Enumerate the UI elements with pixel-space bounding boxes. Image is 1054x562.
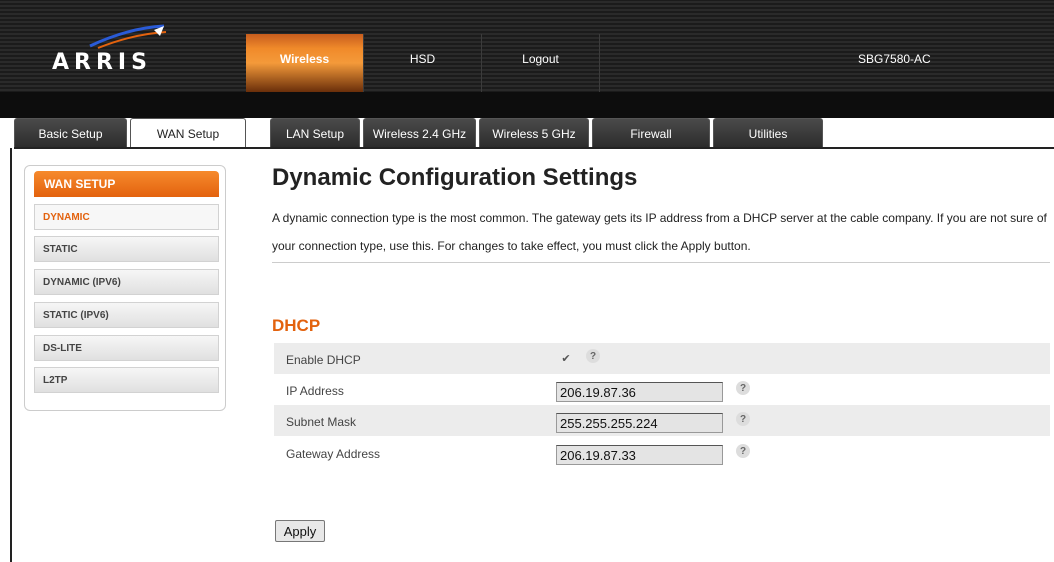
tab-wan-setup[interactable]: WAN Setup — [130, 118, 246, 148]
top-nav: Wireless HSD Logout — [246, 34, 600, 92]
help-icon[interactable]: ? — [736, 381, 750, 395]
tab-bar: Basic Setup WAN Setup LAN Setup Wireless… — [14, 118, 823, 148]
sidebar-item-label: DS-LITE — [43, 342, 82, 354]
tab-label: Firewall — [630, 126, 672, 141]
tab-label: Utilities — [748, 126, 788, 141]
tab-firewall[interactable]: Firewall — [592, 118, 710, 148]
sidebar-item-label: STATIC (IPV6) — [43, 309, 109, 321]
tab-divider — [14, 147, 1054, 149]
help-icon[interactable]: ? — [736, 444, 750, 458]
section-divider — [272, 262, 1050, 263]
topnav-wireless[interactable]: Wireless — [246, 34, 364, 92]
page-description: A dynamic connection type is the most co… — [272, 211, 1047, 253]
sidebar-title-text: WAN SETUP — [44, 177, 116, 191]
tab-basic-setup[interactable]: Basic Setup — [14, 118, 127, 148]
tab-wireless-24[interactable]: Wireless 2.4 GHz — [363, 118, 476, 148]
enable-dhcp-checkbox[interactable]: ✔ — [560, 352, 572, 365]
topnav-wireless-label: Wireless — [279, 52, 330, 66]
subnet-mask-label: Subnet Mask — [286, 415, 357, 429]
sidebar-item-static-ipv6[interactable]: STATIC (IPV6) — [34, 302, 219, 328]
row-gateway-address: Gateway Address 206.19.87.33 ? — [274, 437, 1050, 468]
sidebar-item-label: DYNAMIC (IPV6) — [43, 276, 121, 288]
topnav-logout[interactable]: Logout — [482, 34, 600, 92]
tab-label: Basic Setup — [38, 126, 103, 141]
sidebar-item-dynamic[interactable]: DYNAMIC — [34, 204, 219, 230]
page-title: Dynamic Configuration Settings — [272, 164, 638, 191]
left-border — [10, 148, 12, 562]
ip-address-label: IP Address — [286, 384, 344, 398]
dhcp-section-title: DHCP — [272, 316, 321, 335]
tab-lan-setup[interactable]: LAN Setup — [270, 118, 360, 148]
tab-wireless-5[interactable]: Wireless 5 GHz — [479, 118, 589, 148]
logo-swoosh-icon — [89, 24, 167, 49]
apply-button[interactable]: Apply — [275, 520, 325, 542]
sidebar-item-static[interactable]: STATIC — [34, 236, 219, 262]
tab-utilities[interactable]: Utilities — [713, 118, 823, 148]
row-ip-address: IP Address 206.19.87.36 ? — [274, 374, 1050, 405]
tab-label: LAN Setup — [285, 126, 345, 141]
sidebar-item-label: STATIC — [43, 243, 78, 255]
header-bottom-bar — [0, 92, 1054, 118]
ip-address-field[interactable]: 206.19.87.36 — [556, 382, 723, 402]
arris-logo: ARRIS — [48, 20, 178, 80]
help-icon[interactable]: ? — [586, 349, 600, 363]
gateway-address-label: Gateway Address — [286, 447, 381, 461]
row-subnet-mask: Subnet Mask 255.255.255.224 ? — [274, 405, 1050, 436]
sidebar-item-ds-lite[interactable]: DS-LITE — [34, 335, 219, 361]
sidebar-title: WAN SETUP — [34, 171, 219, 197]
logo-text: ARRIS — [52, 50, 152, 75]
sidebar-item-label: DYNAMIC — [43, 211, 90, 223]
subnet-mask-field[interactable]: 255.255.255.224 — [556, 413, 723, 433]
topnav-hsd-label: HSD — [409, 52, 436, 66]
sidebar-item-dynamic-ipv6[interactable]: DYNAMIC (IPV6) — [34, 269, 219, 295]
sidebar-item-label: L2TP — [43, 374, 68, 386]
gateway-address-field[interactable]: 206.19.87.33 — [556, 445, 723, 465]
topnav-hsd[interactable]: HSD — [364, 34, 482, 92]
tab-label: WAN Setup — [156, 126, 220, 141]
topnav-logout-label: Logout — [522, 52, 559, 66]
tab-label: Wireless 5 GHz — [492, 126, 576, 141]
sidebar: WAN SETUP DYNAMIC STATIC DYNAMIC (IPV6) … — [24, 165, 226, 411]
row-enable-dhcp: Enable DHCP ✔ ? — [274, 343, 1050, 374]
enable-dhcp-label: Enable DHCP — [286, 353, 361, 367]
tab-label: Wireless 2.4 GHz — [372, 126, 467, 141]
device-model: SBG7580-AC — [858, 52, 931, 66]
sidebar-item-l2tp[interactable]: L2TP — [34, 367, 219, 393]
help-icon[interactable]: ? — [736, 412, 750, 426]
